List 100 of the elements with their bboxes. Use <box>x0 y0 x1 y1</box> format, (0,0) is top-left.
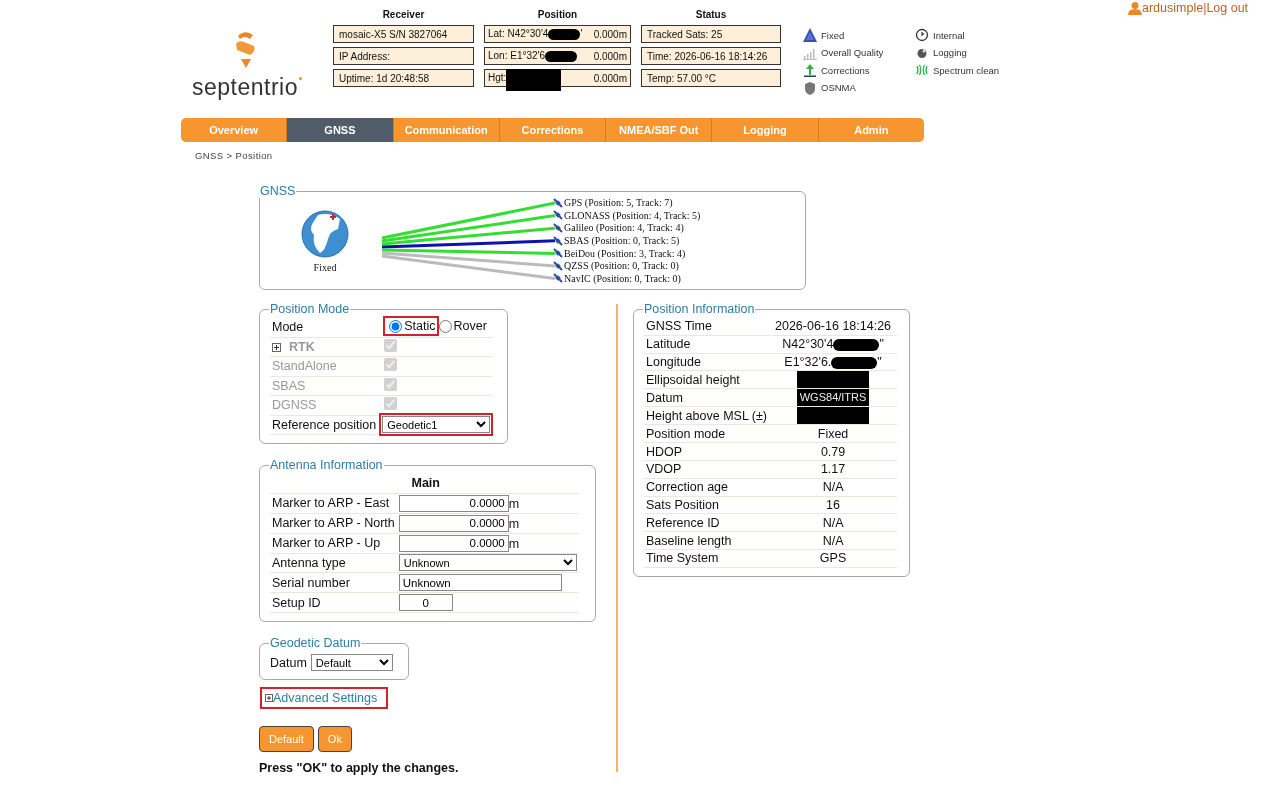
satellite-icon <box>553 248 563 259</box>
unit-label: m <box>508 536 520 550</box>
receiver-info: IP Address: <box>333 47 474 65</box>
field-value: 1.17 <box>820 462 846 477</box>
field-value: Fixed <box>817 426 849 441</box>
position-info: Lon: E1°32'6 0.000m <box>484 47 631 65</box>
status-label: Spectrum clean <box>933 64 999 76</box>
panel-legend: Position Information <box>643 302 756 316</box>
field-label: Sats Position <box>646 497 719 512</box>
field-label: Datum <box>270 655 307 670</box>
satellite-icon <box>553 197 563 208</box>
nav-tab[interactable]: GNSS <box>287 118 394 142</box>
status-info: Tracked Sats: 25 <box>641 25 781 43</box>
field-label: Setup ID <box>272 595 321 610</box>
field-value: N42°30'4 " <box>782 337 884 352</box>
status-label: OSNMA <box>821 82 856 94</box>
field-label: VDOP <box>646 462 682 477</box>
column-heading: Main <box>410 476 441 491</box>
satellite-icon <box>553 210 563 221</box>
field-value: GPS <box>819 551 847 566</box>
field-label: Serial number <box>272 575 350 590</box>
breadcrumb: GNSS > Position <box>195 150 274 161</box>
radio-button[interactable] <box>389 319 403 333</box>
constellation-label: GLONASS (Position: 4, Track: 5) <box>564 209 701 221</box>
status-label: Fixed <box>821 29 845 41</box>
panel-legend: Position Mode <box>269 302 351 316</box>
panel-legend: Antenna Information <box>269 458 384 472</box>
constellation-label: BeiDou (Position: 3, Track: 4) <box>564 247 686 259</box>
hint-text: Press "OK" to apply the changes. <box>259 761 460 775</box>
field-label: Height above MSL (±) <box>646 408 768 423</box>
field-value: N/A <box>822 533 844 548</box>
column-heading: Position <box>536 9 579 21</box>
option-label: Rover <box>453 319 487 333</box>
field-label: Latitude <box>646 337 691 352</box>
logout-link[interactable]: Log out <box>1206 1 1249 15</box>
field-value: 0.79 <box>820 444 846 459</box>
field-label: Antenna type <box>272 555 346 570</box>
receiver-info: mosaic-X5 S/N 3827064 <box>333 25 474 43</box>
advanced-settings-link[interactable]: Advanced Settings <box>265 691 378 705</box>
constellation-label: NavIC (Position: 0, Track: 0) <box>564 272 681 284</box>
constellation-label: SBAS (Position: 0, Track: 5) <box>564 235 680 246</box>
column-heading: Receiver <box>381 9 426 21</box>
field-value: N/A <box>822 515 844 530</box>
field-label: StandAlone <box>272 359 337 374</box>
field-label: SBAS <box>272 378 306 393</box>
datum-dropdown[interactable]: Default <box>310 654 393 671</box>
unit-label: m <box>508 496 520 510</box>
status-label: Internal <box>933 29 965 41</box>
field-label: DGNSS <box>272 398 317 413</box>
field-label: Ellipsoidal height <box>646 372 740 387</box>
satellite-icon <box>553 222 563 233</box>
constellation-label: QZSS (Position: 0, Track: 0) <box>564 260 679 272</box>
satellite-icon <box>553 273 563 284</box>
field-label: Longitude <box>646 355 701 369</box>
unit-label: m <box>508 516 520 530</box>
text-field[interactable]: Unknown <box>398 574 562 591</box>
number-field[interactable]: 0.0000 <box>398 494 509 512</box>
expand-icon <box>265 694 273 702</box>
datum-value: WGS84/ITRS <box>797 389 870 407</box>
clock-icon <box>915 28 929 43</box>
field-label: Time System <box>646 551 719 566</box>
triangle-icon <box>803 28 817 43</box>
radio-button[interactable] <box>438 319 452 333</box>
field-label: HDOP <box>646 444 683 459</box>
option-label: Static <box>404 319 436 333</box>
field-label: Marker to ARP - North <box>272 516 395 530</box>
reference-dropdown[interactable]: Geodetic1 <box>382 416 491 434</box>
wave-icon <box>915 63 929 78</box>
constellation-label: Galileo (Position: 4, Track: 4) <box>564 222 684 234</box>
panel-legend: Geodetic Datum <box>269 636 362 650</box>
field-label: Position mode <box>646 426 726 441</box>
fix-status: Fixed <box>313 261 337 273</box>
column-heading: Status <box>694 9 728 21</box>
status-label: Logging <box>933 47 967 59</box>
user-icon <box>1128 1 1142 15</box>
field-value: 16 <box>826 497 840 512</box>
satellite-icon <box>553 260 563 271</box>
id-field[interactable]: 0 <box>398 594 453 611</box>
field-label: Correction age <box>646 480 728 495</box>
field-value: N/A <box>822 480 844 495</box>
field-label: Reference position <box>272 417 377 432</box>
field-value: E1°32'6. " <box>784 355 882 369</box>
panel-legend: GNSS <box>259 184 297 198</box>
number-field[interactable]: 0.0000 <box>398 514 509 532</box>
field-label: Reference ID <box>646 515 720 530</box>
status-info: Time: 2026-06-16 18:14:26 <box>641 47 781 65</box>
field-label: GNSS Time <box>646 319 712 334</box>
position-info: Lat: N42°30'4 ' 0.000m <box>484 25 631 43</box>
shield-icon <box>803 80 817 95</box>
satellite-icon <box>553 235 563 246</box>
field-value: 2026-06-16 18:14:26 <box>775 319 892 334</box>
field-label: RTK <box>289 339 315 354</box>
field-label: Baseline length <box>646 533 732 548</box>
number-field[interactable]: 0.0000 <box>398 534 509 552</box>
separator-text: | <box>1203 1 1207 15</box>
constellation-label: GPS (Position: 5, Track: 7) <box>564 197 673 209</box>
field-label: Datum <box>646 390 683 405</box>
field-label: Marker to ARP - East <box>272 496 390 510</box>
field-label: Marker to ARP - Up <box>272 536 381 550</box>
antenna-dropdown[interactable]: Unknown <box>398 554 577 572</box>
